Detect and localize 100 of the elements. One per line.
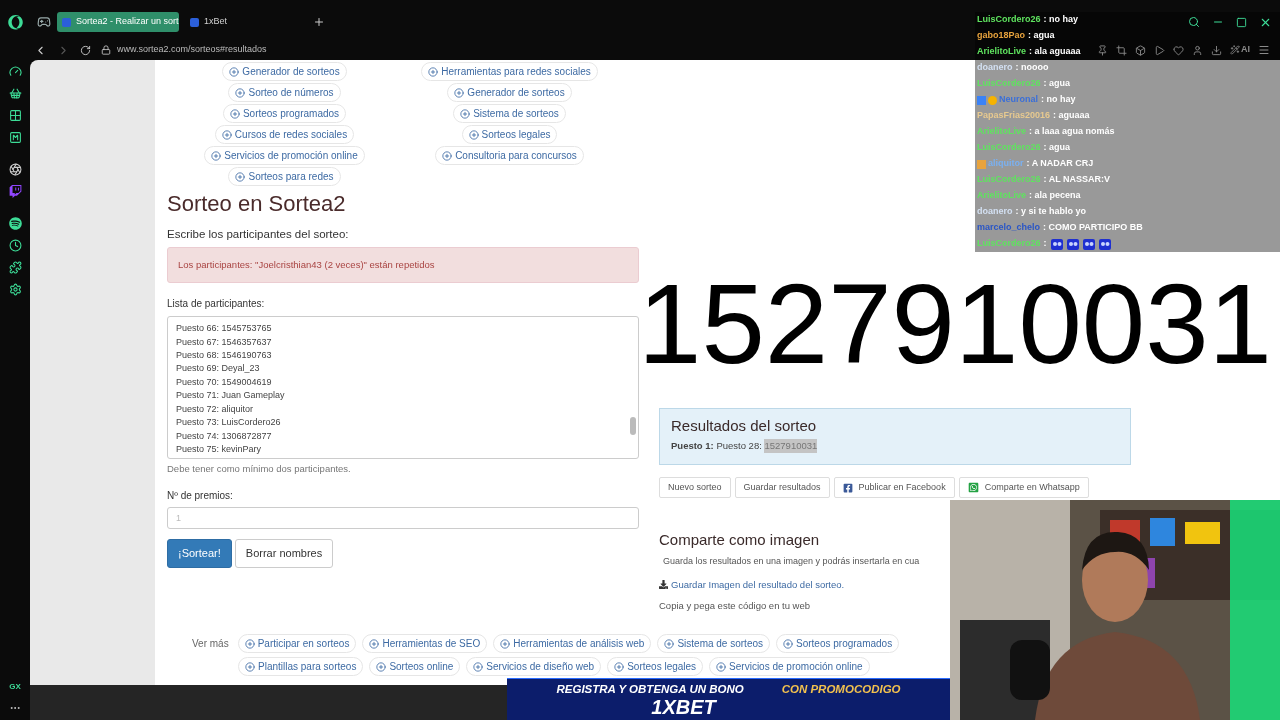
heart-icon[interactable] xyxy=(1173,44,1184,56)
box-icon[interactable] xyxy=(1135,44,1146,56)
spotify-icon[interactable] xyxy=(8,217,22,230)
badge-icon xyxy=(977,159,986,169)
plus-icon xyxy=(664,638,675,649)
chat-text: : agua xyxy=(1028,29,1055,43)
nav-link[interactable]: Servicios de promoción online xyxy=(204,146,365,165)
new-tab-icon[interactable] xyxy=(313,16,325,28)
nav-link[interactable]: Herramientas de SEO xyxy=(362,634,488,653)
emote-icon xyxy=(1098,238,1111,250)
save-image-link[interactable]: Guardar Imagen del resultado del sorteo. xyxy=(659,577,845,592)
chat-text: : ala pecena xyxy=(1029,189,1081,203)
plus-icon xyxy=(376,661,387,672)
browser-tab[interactable]: Sortea2 - Realizar un sort xyxy=(57,12,179,32)
download-icon[interactable] xyxy=(1211,44,1222,56)
nav-link[interactable]: Servicios de promoción online xyxy=(709,657,870,676)
winner-text: Puesto 1: Puesto 28: xyxy=(671,439,763,453)
nav-link[interactable]: Consultoria para concursos xyxy=(435,146,584,165)
action-button[interactable]: Publicar en Facebook xyxy=(833,477,955,498)
nav-link[interactable]: Sorteos para redes xyxy=(228,167,341,186)
nav-link[interactable]: Herramientas de análisis web xyxy=(493,634,652,653)
participant-line: Puesto 71: Juan Gameplay xyxy=(176,389,286,403)
reload-icon[interactable] xyxy=(80,44,91,56)
crop-icon[interactable] xyxy=(1116,44,1127,56)
chat-text: : agua xyxy=(1043,141,1071,155)
nav-link[interactable]: Sorteo de números xyxy=(228,83,341,102)
winner-number: 1527910031 xyxy=(638,272,1272,376)
browser-tab[interactable]: 1xBet xyxy=(185,12,307,32)
plus-icon xyxy=(716,661,727,672)
user-icon[interactable] xyxy=(1192,44,1203,56)
nav-link[interactable]: Sorteos online xyxy=(369,657,461,676)
chat-username: ArielitoLive xyxy=(977,125,1026,139)
chat-username: aliquitor xyxy=(988,157,1024,171)
participant-line: Puesto 68: 1546190763 xyxy=(176,349,273,363)
menu-icon[interactable] xyxy=(1258,44,1270,56)
action-button[interactable]: Guardar resultados xyxy=(734,477,830,498)
gauge-icon[interactable] xyxy=(8,65,22,78)
nav-link[interactable]: Sistema de sorteos xyxy=(453,104,566,123)
chat-text: : no hay xyxy=(1041,93,1076,107)
pin-icon[interactable] xyxy=(1097,44,1108,56)
facebook-icon xyxy=(842,482,853,493)
clock-icon[interactable] xyxy=(8,239,22,252)
plus-icon xyxy=(614,661,625,672)
nav-link[interactable]: Sorteos legales xyxy=(607,657,704,676)
participant-line: Puesto 72: aliquitor xyxy=(176,402,255,416)
nav-link[interactable]: Generador de sorteos xyxy=(447,83,572,102)
prizes-field[interactable]: 1 xyxy=(167,506,639,529)
participants-field[interactable] xyxy=(167,316,639,460)
twitch-icon[interactable] xyxy=(8,185,22,198)
sidebar-logo[interactable]: GX xyxy=(9,681,21,693)
chat-username: doanero xyxy=(977,61,1013,75)
results-title: Resultados del sorteo xyxy=(671,417,818,435)
letter-m-icon[interactable] xyxy=(8,131,22,144)
nav-link[interactable]: Sorteos legales xyxy=(461,125,558,144)
favicon-icon xyxy=(62,17,71,27)
aperture-icon[interactable] xyxy=(8,163,22,176)
plus-icon xyxy=(500,638,511,649)
basket-icon[interactable] xyxy=(8,87,22,100)
nav-link[interactable]: Cursos de redes sociales xyxy=(214,125,355,144)
page-title: Sorteo en Sortea2 xyxy=(167,190,347,218)
settings-icon[interactable] xyxy=(8,283,22,296)
error-alert: Los participantes: "Joelcristhian43 (2 veces)" están repetidos xyxy=(167,247,639,284)
search-icon[interactable] xyxy=(1188,16,1200,28)
plus-icon xyxy=(783,638,793,649)
nav-link[interactable]: Sistema de sorteos xyxy=(657,634,770,653)
grid-icon[interactable] xyxy=(8,109,22,122)
plus-icon xyxy=(468,129,479,140)
chat-username: gabo18Pao xyxy=(977,29,1025,43)
ai-button[interactable]: AI xyxy=(1230,43,1250,57)
emote-icon xyxy=(1082,238,1095,250)
chat-username: Neuronal xyxy=(999,93,1038,107)
plus-icon xyxy=(428,66,439,77)
chat-username: ArielitoLive xyxy=(977,45,1026,59)
action-button[interactable]: Comparte en Whatsapp xyxy=(958,477,1089,498)
play-icon[interactable] xyxy=(1154,44,1165,56)
action-button[interactable]: Nuevo sorteo xyxy=(659,477,731,498)
participant-line: Puesto 69: Deyal_23 xyxy=(176,362,261,376)
nav-link[interactable]: Sorteos programados xyxy=(222,104,347,123)
chat-username: LuisCordero26 xyxy=(977,173,1041,187)
chat-text: : ala aguaaa xyxy=(1029,45,1081,59)
address-field[interactable]: www.sortea2.com/sorteos#resultados xyxy=(117,43,267,57)
nav-link[interactable]: Servicios de diseño web xyxy=(466,657,602,676)
plus-icon xyxy=(460,108,471,119)
puzzle-icon[interactable] xyxy=(8,261,22,274)
emote-icon xyxy=(1050,238,1063,250)
opera-logo-icon[interactable] xyxy=(8,14,23,30)
clear-button[interactable]: Borrar nombres xyxy=(234,538,334,568)
nav-link[interactable]: Herramientas para redes sociales xyxy=(421,62,598,81)
gamepad-icon[interactable] xyxy=(37,15,51,29)
chat-text: : xyxy=(1043,237,1047,251)
draw-button[interactable]: ¡Sortear! xyxy=(167,538,232,568)
ad-headline: REGISTRA Y OBTENGA UN BONO xyxy=(556,681,744,696)
ad-banner[interactable]: REGISTRA Y OBTENGA UN BONO CON PROMOCODIGO 1XBET xyxy=(507,678,950,720)
nav-link[interactable]: Generador de sorteos xyxy=(222,62,347,81)
nav-link[interactable]: Sorteos programados xyxy=(776,634,900,653)
nav-link[interactable]: Participar en sorteos xyxy=(237,634,357,653)
chat-text: : AL NASSAR:V xyxy=(1043,173,1111,187)
chat-username: LuisCordero26 xyxy=(977,237,1041,251)
nav-link[interactable]: Plantillas para sorteos xyxy=(238,657,364,676)
maximize-icon[interactable] xyxy=(1236,16,1247,28)
